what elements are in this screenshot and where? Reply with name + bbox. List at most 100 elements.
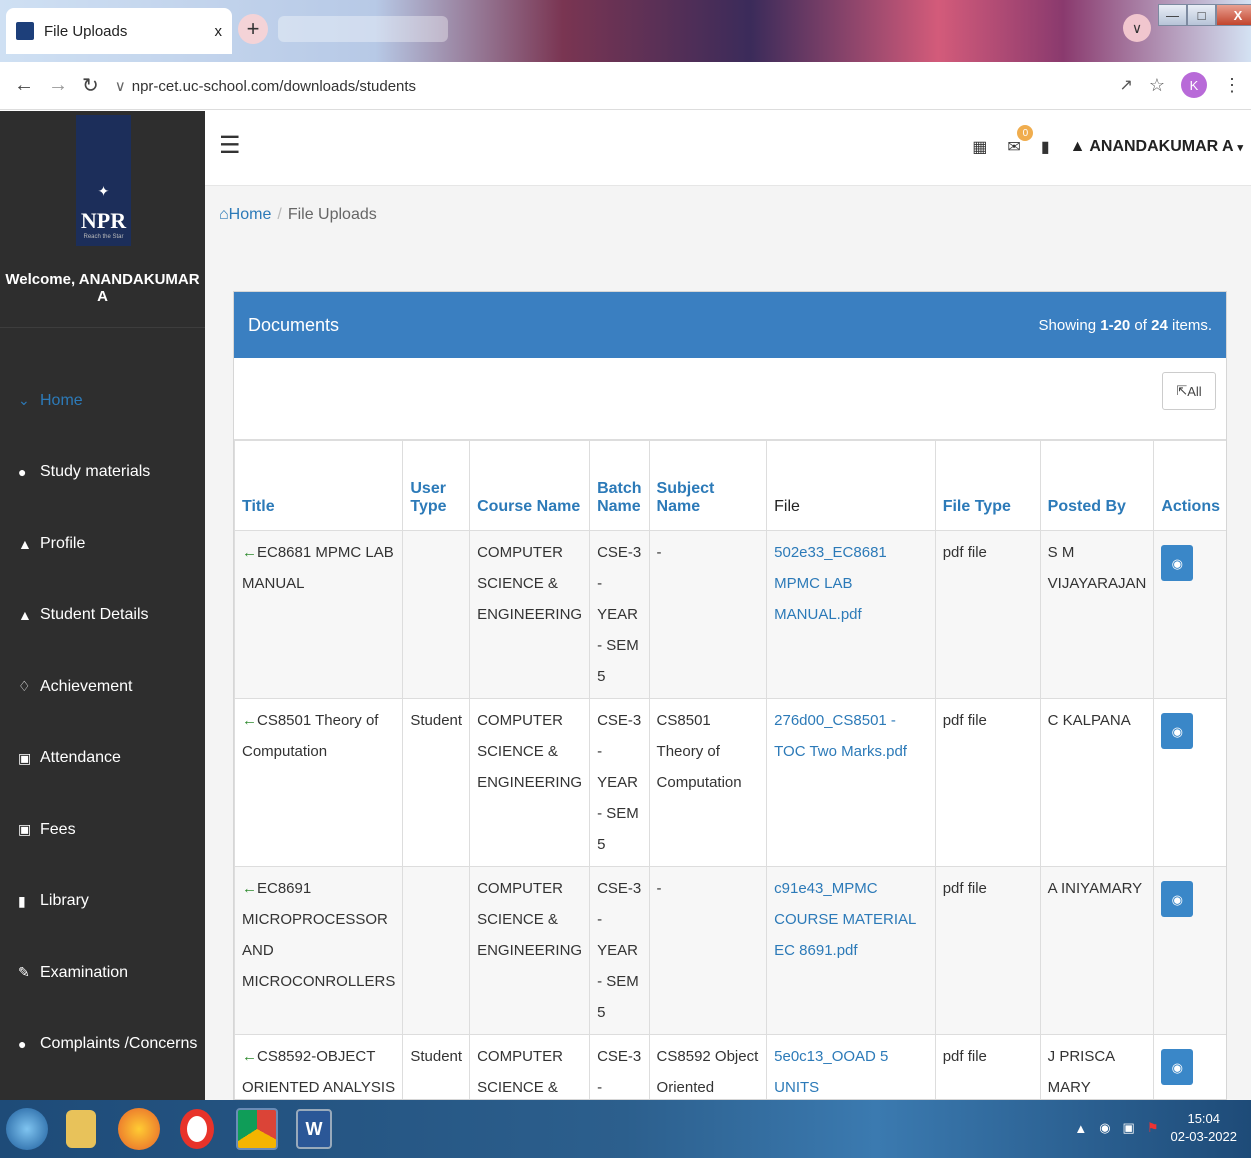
book-icon[interactable]: ▮: [1041, 137, 1050, 157]
blurred-tab[interactable]: [278, 16, 448, 42]
show-all-button[interactable]: ⇱ All: [1162, 372, 1216, 410]
sidebar-item-label: Study materials: [40, 463, 151, 481]
clock[interactable]: 15:04 02-03-2022: [1171, 1110, 1238, 1146]
notification-count: 0: [1017, 125, 1034, 141]
bookmark-star-icon[interactable]: ☆: [1149, 75, 1165, 96]
sidebar-item-examination[interactable]: ✎ Examination: [0, 937, 205, 1009]
breadcrumb-home[interactable]: ⌂Home: [219, 206, 271, 223]
cell-subject: -: [648, 530, 768, 699]
col-posted-by[interactable]: Posted By: [1039, 440, 1155, 531]
breadcrumb-home-label: Home: [228, 206, 272, 223]
notifications-button[interactable]: ✉ 0: [1007, 125, 1034, 157]
cell-actions: ◉: [1153, 1034, 1226, 1099]
npr-logo[interactable]: ✦ NPR Reach the Star: [76, 115, 131, 246]
new-tab-button[interactable]: +: [238, 14, 268, 44]
cell-batch: CSE-3 - YEAR - SEM 5: [589, 530, 650, 699]
site-info-icon[interactable]: ∨: [115, 78, 126, 95]
flag-icon[interactable]: ⚑: [1147, 1120, 1159, 1136]
sidebar-item-library[interactable]: ▮ Library: [0, 866, 205, 938]
col-title[interactable]: Title: [234, 440, 404, 531]
cell-file: 502e33_EC8681 MPMC LAB MANUAL.pdf: [766, 530, 936, 699]
sidebar-divider: [0, 327, 205, 328]
arrow-left-icon: ←: [242, 1048, 257, 1065]
summary-suffix: items.: [1167, 316, 1212, 334]
start-button-icon[interactable]: [6, 1108, 48, 1150]
sidebar-item-label: Student Details: [40, 606, 149, 624]
download-button[interactable]: ◉: [1161, 1049, 1194, 1085]
system-tray: ▲ ◉ ▣ ⚑ 15:04 02-03-2022: [1074, 1110, 1237, 1146]
download-button[interactable]: ◉: [1161, 545, 1194, 581]
sidebar-item-attendance[interactable]: ▣ Attendance: [0, 723, 205, 795]
results-summary: Showing 1-20 of 24 items.: [1039, 317, 1212, 334]
sidebar: ✦ NPR Reach the Star Welcome, ANANDAKUMA…: [0, 111, 205, 1100]
summary-mid: of: [1130, 316, 1152, 334]
firefox-icon[interactable]: [118, 1108, 160, 1150]
cell-posted-by: A INIYAMARY: [1039, 866, 1155, 1035]
home-icon: ⌂: [219, 206, 229, 223]
sidebar-item-home[interactable]: ⌄ Home: [0, 365, 205, 437]
network-icon[interactable]: ▣: [1123, 1120, 1135, 1136]
share-icon[interactable]: ↗: [1119, 75, 1132, 95]
browser-tab[interactable]: File Uploads x: [6, 8, 232, 54]
maximize-icon[interactable]: □: [1187, 4, 1216, 26]
panel-title: Documents: [248, 314, 340, 335]
documents-panel: Documents Showing 1-20 of 24 items. ⇱ All…: [233, 291, 1227, 1100]
chrome-icon[interactable]: [236, 1108, 278, 1150]
col-batch-name[interactable]: Batch Name: [589, 440, 650, 531]
download-icon: ◉: [1171, 555, 1183, 571]
sidebar-item-label: Complaints /Concerns: [40, 1035, 198, 1053]
hamburger-menu-icon[interactable]: ☰: [219, 131, 241, 160]
book-icon: ▮: [18, 892, 26, 909]
col-subject-name[interactable]: Subject Name: [648, 440, 768, 531]
sidebar-item-achievement[interactable]: ♢ Achievement: [0, 651, 205, 723]
col-actions: Actions: [1153, 440, 1226, 531]
show-hidden-icons-icon[interactable]: ▲: [1074, 1121, 1087, 1136]
calendar-icon: ▣: [18, 749, 32, 766]
cell-file-type: pdf file: [934, 698, 1041, 867]
sidebar-item-study-materials[interactable]: ● Study materials: [0, 437, 205, 509]
reload-icon[interactable]: ↻: [82, 73, 99, 98]
cell-posted-by: S M VIJAYARAJAN: [1039, 530, 1155, 699]
file-link[interactable]: 276d00_CS8501 - TOC Two Marks.pdf: [774, 712, 907, 760]
cell-actions: ◉: [1153, 698, 1226, 867]
file-link[interactable]: 502e33_EC8681 MPMC LAB MANUAL.pdf: [774, 544, 887, 623]
tab-close-icon[interactable]: x: [215, 23, 223, 40]
file-link[interactable]: 5e0c13_OOAD 5 UNITS NOTES_merged.pdf: [774, 1048, 910, 1099]
file-explorer-icon[interactable]: [66, 1110, 96, 1148]
url-field[interactable]: ∨ npr-cet.uc-school.com/downloads/student…: [115, 77, 416, 95]
opera-icon[interactable]: [180, 1109, 214, 1149]
cell-title: ←CS8592-OBJECT ORIENTED ANALYSIS AND DES…: [234, 1034, 404, 1099]
download-button[interactable]: ◉: [1161, 881, 1194, 917]
minimize-icon[interactable]: —: [1158, 4, 1187, 26]
word-icon[interactable]: W: [296, 1109, 332, 1149]
download-button[interactable]: ◉: [1161, 713, 1194, 749]
table-row: ←EC8691 MICROPROCESSOR AND MICROCONROLLE…: [234, 866, 1226, 1035]
expand-icon: ⇱: [1176, 383, 1188, 398]
sidebar-item-profile[interactable]: ▲ Profile: [0, 508, 205, 580]
sidebar-item-label: Home: [40, 391, 83, 409]
file-link[interactable]: c91e43_MPMC COURSE MATERIAL EC 8691.pdf: [774, 880, 916, 959]
cell-title: ←EC8691 MICROPROCESSOR AND MICROCONROLLE…: [234, 866, 404, 1035]
browser-menu-icon[interactable]: ⋮: [1223, 75, 1241, 96]
window-close-icon[interactable]: X: [1216, 4, 1251, 26]
forward-icon[interactable]: →: [48, 74, 68, 97]
cell-course: COMPUTER SCIENCE & ENGINEERING: [469, 866, 591, 1035]
col-file-type[interactable]: File Type: [934, 440, 1041, 531]
sidebar-item-fees[interactable]: ▣ Fees: [0, 794, 205, 866]
calendar-icon[interactable]: ▦: [972, 137, 987, 157]
col-user-type[interactable]: User Type: [402, 440, 471, 531]
sidebar-item-complaints[interactable]: ● Complaints /Concerns: [0, 1009, 205, 1081]
back-icon[interactable]: ←: [14, 74, 34, 97]
pencil-icon: ✎: [18, 964, 30, 981]
volume-icon[interactable]: ◉: [1099, 1120, 1110, 1136]
caret-down-icon: ▾: [1237, 142, 1243, 154]
cell-actions: ◉: [1153, 530, 1226, 699]
arrow-left-icon: ←: [242, 880, 257, 897]
tab-search-icon[interactable]: ∨: [1123, 14, 1151, 42]
profile-avatar[interactable]: K: [1181, 72, 1207, 98]
sidebar-item-student-details[interactable]: ▲ Student Details: [0, 580, 205, 652]
user-menu[interactable]: ▲ ANANDAKUMAR A ▾: [1070, 138, 1243, 156]
col-course-name[interactable]: Course Name: [469, 440, 591, 531]
cell-course: COMPUTER SCIENCE & ENGINEERING: [469, 698, 591, 867]
cell-file-type: pdf file: [934, 1034, 1041, 1099]
